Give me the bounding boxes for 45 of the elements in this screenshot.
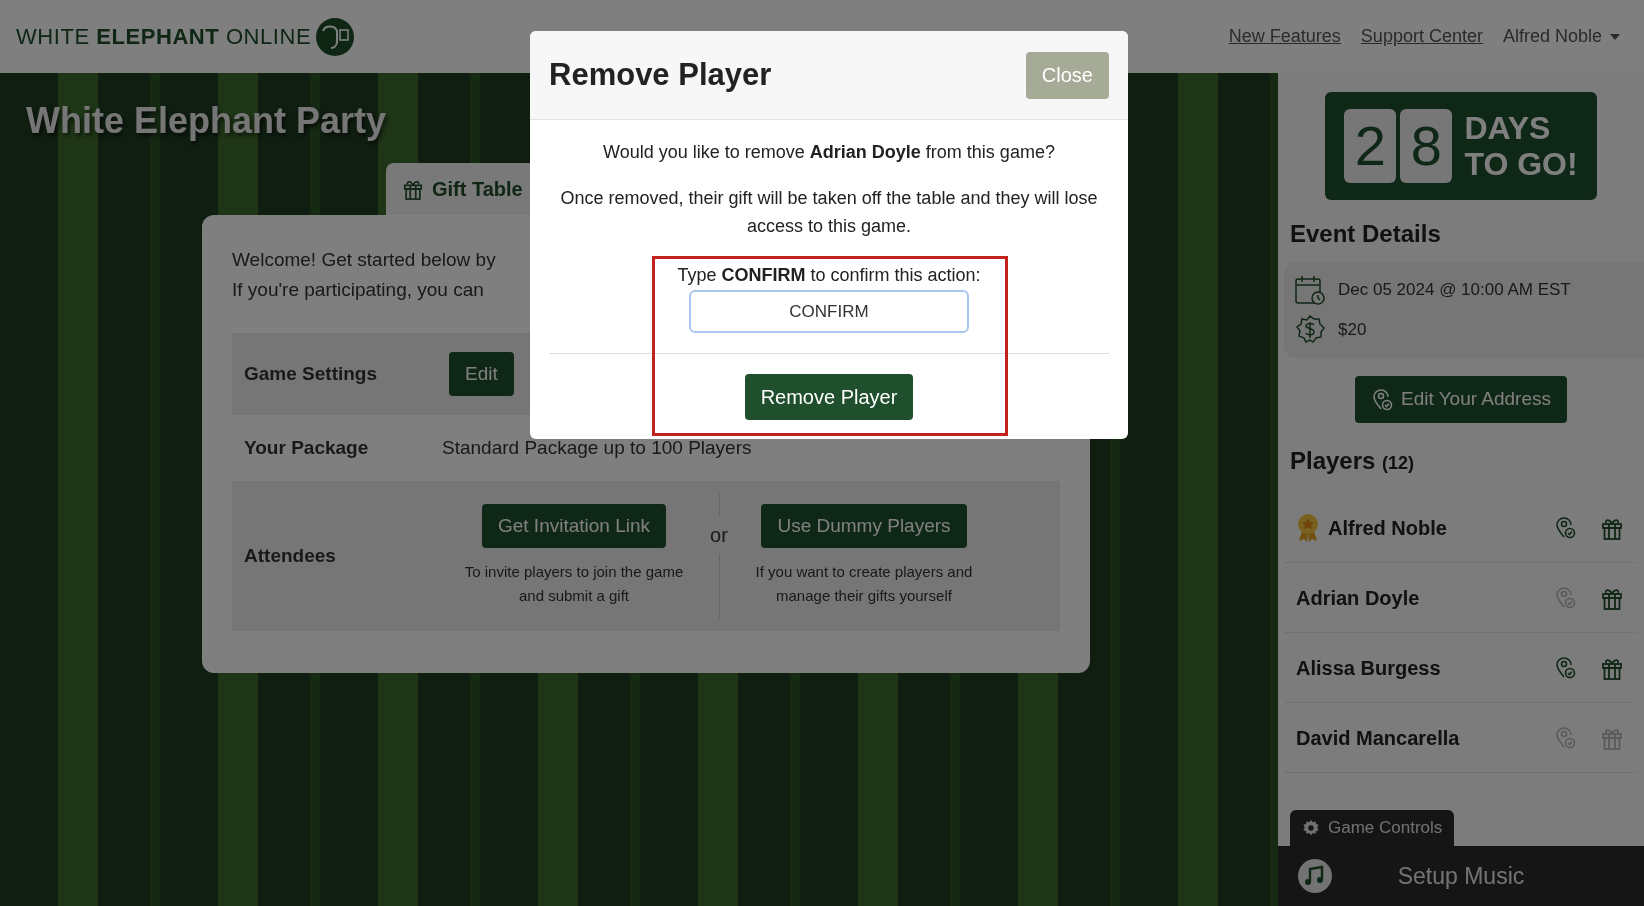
row-value: Standard Package up to 100 Players — [442, 435, 752, 460]
user-menu[interactable]: Alfred Noble — [1502, 23, 1620, 50]
option-button[interactable]: Get Invitation Link — [481, 503, 667, 549]
calendar-clock-icon — [1294, 274, 1326, 306]
event-date: Dec 05 2024 @ 10:00 AM EST — [1338, 279, 1571, 302]
player-name: Adrian Doyle — [1296, 585, 1421, 611]
dollar-badge-icon — [1294, 314, 1326, 346]
player-name: David Mancarella — [1296, 725, 1461, 751]
setup-music-bar[interactable]: Setup Music — [1278, 846, 1644, 906]
row-label: Your Package — [244, 435, 370, 460]
edit-button[interactable]: Edit — [449, 351, 514, 397]
option-note: If you want to create players and manage their gifts yourself — [754, 562, 974, 607]
player-name: Alissa Burgess — [1296, 655, 1442, 681]
countdown-text: DAYS — [1464, 110, 1552, 146]
edit-address-button[interactable]: Edit Your Address — [1355, 376, 1567, 423]
row-label: Game Settings — [244, 361, 379, 386]
settings-icon — [1302, 819, 1320, 837]
player-name: Alfred Noble — [1328, 515, 1448, 541]
modal-title: Remove Player — [549, 55, 772, 94]
page-title: White Elephant Party — [26, 99, 387, 143]
separator-text: or — [710, 522, 728, 548]
confirm-label: Type CONFIRM to confirm this action: — [677, 264, 981, 287]
welcome-text: If you're participating, you can — [232, 278, 484, 302]
countdown-digit: 8 — [1400, 109, 1453, 183]
caret-icon — [1610, 33, 1620, 40]
event-price: $20 — [1338, 319, 1367, 342]
players-heading: Players (12) — [1289, 446, 1416, 476]
welcome-text: Welcome! Get started below by — [232, 248, 496, 272]
confirm-input[interactable]: CONFIRM — [689, 290, 969, 333]
remove-player-button[interactable]: Remove Player — [744, 374, 914, 420]
question-text: Would you like to remove Adrian Doyle from this game? — [603, 141, 1055, 164]
countdown-text: TO GO! — [1464, 146, 1578, 182]
option-note: To invite players to join the game and submit a gift — [463, 562, 685, 607]
nav-link[interactable]: Support Center — [1360, 23, 1483, 50]
location-check-icon — [1371, 386, 1393, 413]
option-button[interactable]: Use Dummy Players — [761, 503, 967, 549]
countdown-digit: 2 — [1344, 109, 1397, 183]
close-button[interactable]: Close — [1025, 51, 1109, 99]
game-controls-tab[interactable]: Game Controls — [1290, 810, 1455, 846]
row-label: Attendees — [244, 543, 337, 568]
music-note-icon — [1298, 859, 1332, 893]
warning-text: Once removed, their gift will be taken off the table and they will lose access to this game. — [559, 187, 1099, 238]
nav-link[interactable]: New Features — [1228, 23, 1341, 50]
section-heading: Event Details — [1289, 219, 1442, 249]
logo-text: WHITE ELEPHANT ONLINE — [16, 23, 312, 51]
